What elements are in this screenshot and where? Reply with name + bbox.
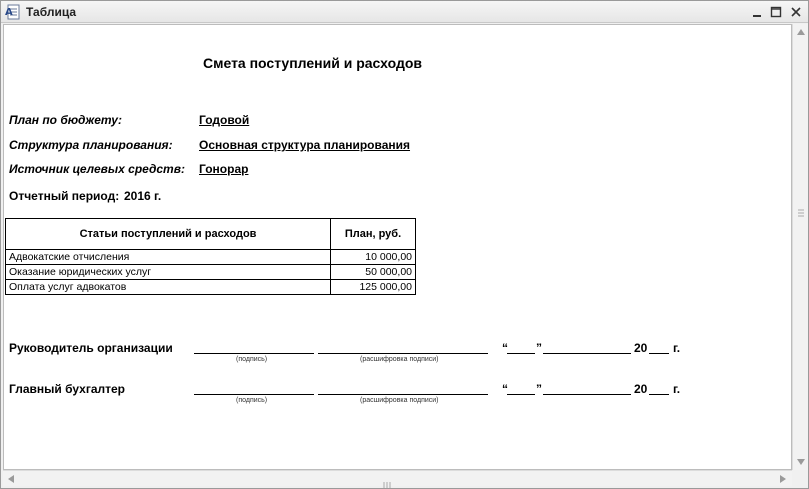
director-label: Руководитель организации [9, 341, 173, 355]
director-month-line[interactable] [543, 353, 631, 354]
vertical-scrollbar[interactable] [792, 24, 808, 470]
director-name-line[interactable] [318, 353, 488, 354]
accountant-month-line[interactable] [543, 394, 631, 395]
svg-text:A: A [5, 7, 13, 18]
cell-item[interactable]: Оплата услуг адвокатов [5, 279, 331, 295]
accountant-signature-line[interactable] [194, 394, 314, 395]
arrow-down-icon [797, 459, 805, 465]
director-year-prefix: 20 [634, 341, 648, 355]
chief-accountant-label: Главный бухгалтер [9, 382, 126, 396]
document-title: Смета поступлений и расходов [203, 55, 422, 71]
report-period-label: Отчетный период: [9, 189, 120, 203]
director-signature-line[interactable] [194, 353, 314, 354]
table-window: A Таблица Смета поступлений и расходов П… [0, 0, 809, 489]
header-plan[interactable]: План, руб. [330, 218, 416, 250]
director-day-line[interactable] [507, 353, 535, 354]
accountant-name-line[interactable] [318, 394, 488, 395]
maximize-button[interactable] [767, 3, 785, 21]
arrow-left-icon [8, 475, 14, 483]
minimize-button[interactable] [748, 3, 766, 21]
spreadsheet-document[interactable]: Смета поступлений и расходов План по бюд… [3, 24, 792, 470]
director-year-line[interactable] [649, 353, 669, 354]
scroll-right-button[interactable] [775, 471, 791, 487]
cell-amount[interactable]: 125 000,00 [330, 279, 416, 295]
minimize-icon [753, 15, 761, 17]
accountant-year-suffix: г. [673, 382, 681, 396]
window-title: Таблица [26, 5, 77, 19]
close-icon [791, 7, 801, 17]
director-date-quote-close: ” [536, 341, 542, 355]
accountant-year-line[interactable] [649, 394, 669, 395]
table-row[interactable]: Оплата услуг адвокатов 125 000,00 [5, 279, 416, 295]
header-items[interactable]: Статьи поступлений и расходов [5, 218, 331, 250]
arrow-up-icon [797, 29, 805, 35]
director-signature-caption: (подпись) [236, 356, 268, 363]
accountant-signature-caption: (подпись) [236, 397, 268, 404]
maximize-icon [770, 6, 782, 18]
hscroll-grip-icon[interactable] [383, 475, 391, 489]
arrow-right-icon [780, 475, 786, 483]
title-bar[interactable]: A Таблица [1, 1, 808, 23]
budget-table: Статьи поступлений и расходов План, руб.… [5, 218, 416, 295]
funding-source-value[interactable]: Гонорар [199, 162, 248, 176]
budget-plan-value[interactable]: Годовой [199, 113, 249, 127]
scroll-up-button[interactable] [793, 24, 809, 40]
scroll-down-button[interactable] [793, 454, 809, 470]
director-year-suffix: г. [673, 341, 681, 355]
accountant-date-quote-close: ” [536, 382, 542, 396]
funding-source-label: Источник целевых средств: [9, 162, 185, 176]
cell-item[interactable]: Оказание юридических услуг [5, 264, 331, 280]
scroll-left-button[interactable] [3, 471, 19, 487]
scroll-grip-icon[interactable] [798, 204, 804, 222]
report-period-value: 2016 г. [124, 189, 162, 203]
accountant-day-line[interactable] [507, 394, 535, 395]
cell-item[interactable]: Адвокатские отчисления [5, 249, 331, 265]
table-row[interactable]: Адвокатские отчисления 10 000,00 [5, 249, 416, 265]
planning-structure-label: Структура планирования: [9, 138, 173, 152]
close-button[interactable] [787, 3, 805, 21]
director-name-caption: (расшифровка подписи) [360, 356, 439, 363]
cell-amount[interactable]: 10 000,00 [330, 249, 416, 265]
cell-amount[interactable]: 50 000,00 [330, 264, 416, 280]
table-row[interactable]: Оказание юридических услуг 50 000,00 [5, 264, 416, 280]
budget-plan-label: План по бюджету: [9, 113, 122, 127]
document-table-icon: A [5, 4, 21, 20]
table-header-row: Статьи поступлений и расходов План, руб. [5, 218, 416, 250]
accountant-name-caption: (расшифровка подписи) [360, 397, 439, 404]
horizontal-scrollbar[interactable] [3, 470, 792, 489]
accountant-year-prefix: 20 [634, 382, 648, 396]
planning-structure-value[interactable]: Основная структура планирования [199, 138, 410, 152]
